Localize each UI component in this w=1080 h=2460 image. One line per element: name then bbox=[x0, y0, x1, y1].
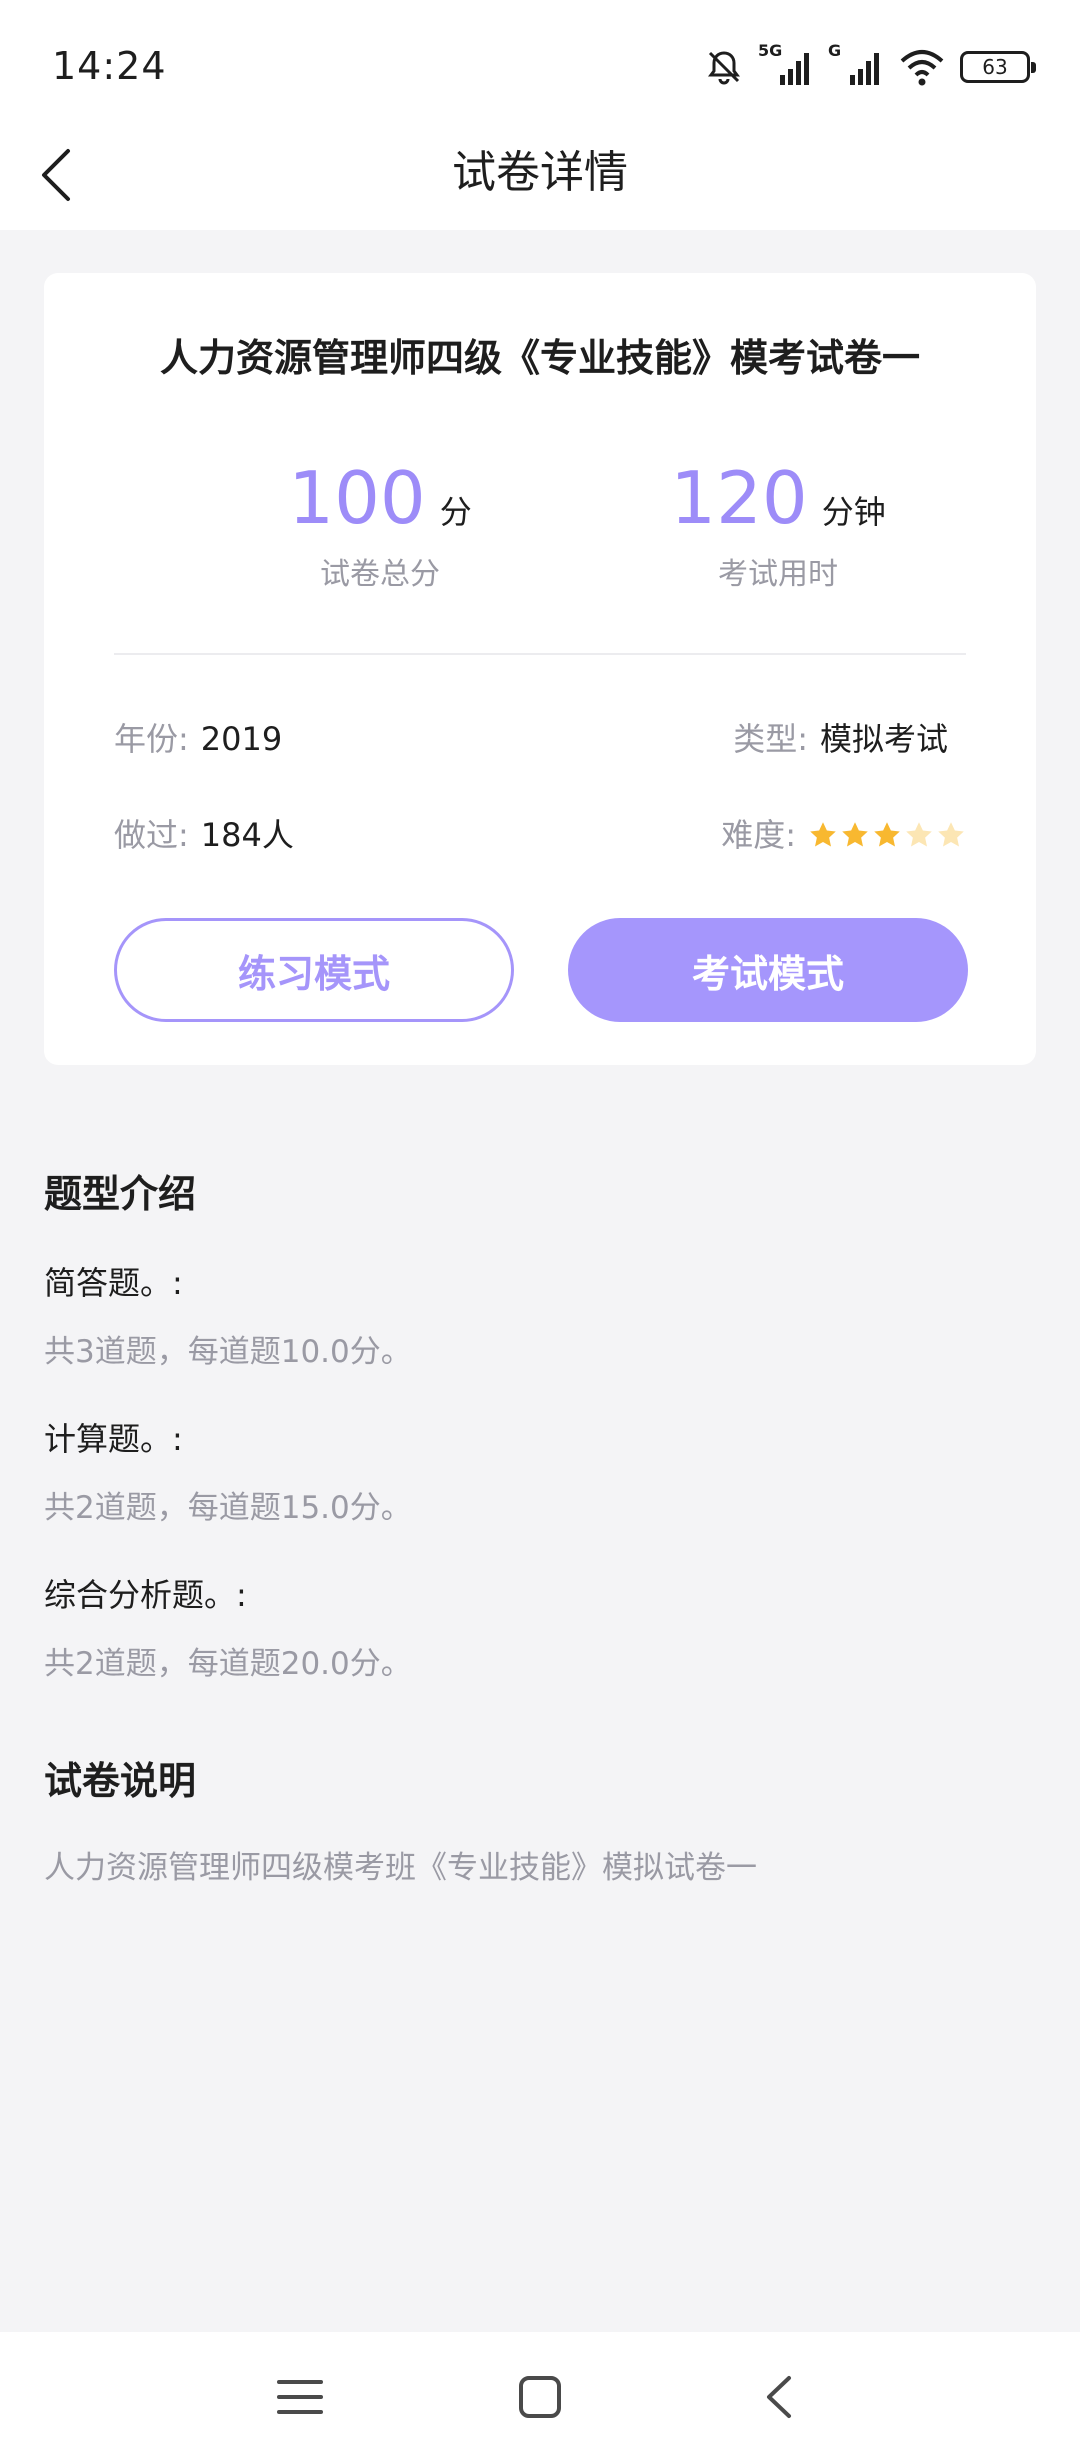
star-filled-icon bbox=[842, 822, 868, 847]
back-triangle-icon[interactable] bbox=[745, 2362, 815, 2432]
practice-mode-button[interactable]: 练习模式 bbox=[114, 918, 514, 1022]
page-title: 试卷详情 bbox=[452, 147, 628, 198]
question-types-title: 题型介绍 bbox=[44, 1172, 197, 1216]
question-type-desc: 共2道题，每道题20.0分。 bbox=[44, 1646, 412, 1682]
status-time: 14:24 bbox=[52, 44, 167, 88]
exam-time-value: 120 bbox=[670, 456, 808, 540]
year-info: 年份: 2019 bbox=[114, 715, 282, 763]
difficulty-label: 难度: bbox=[721, 816, 796, 854]
network-g-label: G bbox=[828, 41, 842, 60]
exam-time-stat: 120 分钟 考试用时 bbox=[628, 453, 928, 593]
exam-mode-button[interactable]: 考试模式 bbox=[568, 918, 968, 1022]
exam-time-unit: 分钟 bbox=[821, 493, 886, 531]
description-title: 试卷说明 bbox=[44, 1759, 197, 1803]
paper-title: 人力资源管理师四级《专业技能》模考试卷一 bbox=[159, 336, 920, 380]
home-square-icon[interactable] bbox=[505, 2362, 575, 2432]
done-label: 做过: bbox=[114, 816, 189, 854]
status-icons: 5G G 63 bbox=[704, 41, 1036, 90]
battery-level: 63 bbox=[982, 55, 1008, 79]
paper-card: 人力资源管理师四级《专业技能》模考试卷一 100 分 试卷总分 120 分钟 考… bbox=[44, 273, 1036, 1065]
done-count-info: 做过: 184人 bbox=[114, 811, 294, 859]
total-score-unit: 分 bbox=[439, 493, 472, 531]
question-type-desc: 共2道题，每道题15.0分。 bbox=[44, 1490, 412, 1526]
exam-time-label: 考试用时 bbox=[718, 557, 838, 592]
type-info: 类型: 模拟考试 bbox=[733, 715, 948, 763]
question-type-desc: 共3道题，每道题10.0分。 bbox=[44, 1334, 412, 1370]
question-type-name: 综合分析题。: bbox=[44, 1576, 247, 1614]
question-type-name: 计算题。: bbox=[44, 1420, 183, 1458]
menu-icon[interactable] bbox=[265, 2362, 335, 2432]
star-filled-icon bbox=[810, 822, 836, 847]
type-label: 类型: bbox=[733, 720, 808, 758]
network-5g-label: 5G bbox=[758, 41, 783, 60]
total-score-stat: 100 分 试卷总分 bbox=[230, 453, 530, 593]
battery-icon: 63 bbox=[960, 51, 1036, 83]
question-type-name: 简答题。: bbox=[44, 1264, 183, 1302]
signal-g-icon: G bbox=[828, 41, 884, 87]
description-text: 人力资源管理师四级模考班《专业技能》模拟试卷一 bbox=[44, 1850, 757, 1886]
card-divider bbox=[114, 653, 966, 655]
total-score-value: 100 bbox=[288, 456, 426, 540]
wifi-icon bbox=[900, 50, 944, 86]
status-bar: 14:24 5G G 63 bbox=[0, 0, 1080, 120]
system-navigation-bar bbox=[0, 2332, 1080, 2460]
star-filled-icon bbox=[874, 822, 900, 847]
star-empty-icon bbox=[906, 822, 932, 847]
star-empty-icon bbox=[938, 822, 964, 847]
type-value: 模拟考试 bbox=[819, 720, 948, 758]
year-value: 2019 bbox=[200, 720, 283, 758]
mute-bell-icon bbox=[708, 51, 740, 85]
header-bar: 试卷详情 bbox=[0, 120, 1080, 230]
difficulty-rating bbox=[808, 820, 966, 850]
difficulty-info: 难度: bbox=[721, 811, 966, 859]
done-value: 184人 bbox=[200, 816, 294, 854]
signal-5g-icon: 5G bbox=[758, 41, 814, 87]
year-label: 年份: bbox=[114, 720, 189, 758]
total-score-label: 试卷总分 bbox=[320, 557, 440, 592]
